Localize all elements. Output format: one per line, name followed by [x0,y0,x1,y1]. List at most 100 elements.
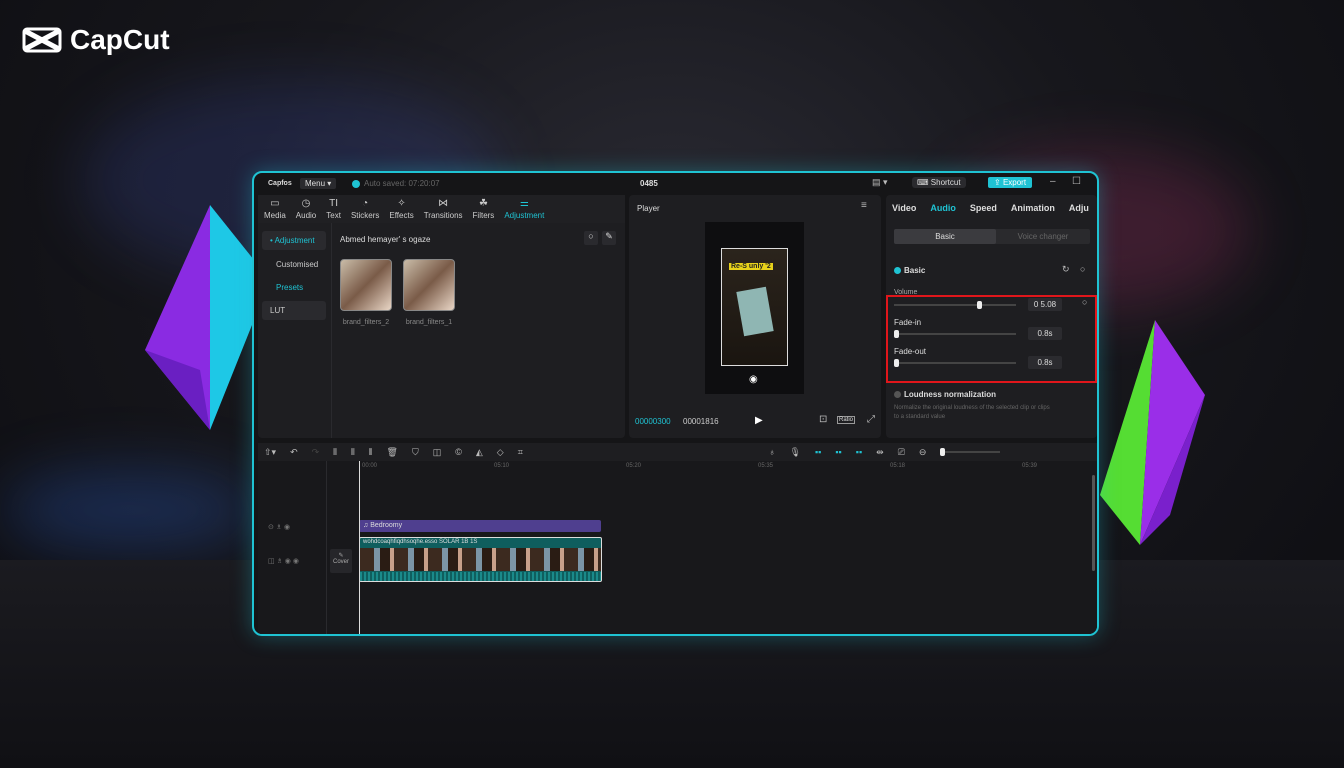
refresh-icon[interactable]: ○ [584,231,598,245]
split-right-icon[interactable]: ⫴ [369,447,373,458]
microphone-icon[interactable]: 🎙 [790,447,801,458]
cover-button[interactable]: ✎ Cover [330,549,352,573]
library-item-label: brand_filters_1 [405,319,453,326]
tab-speed[interactable]: Speed [970,203,997,213]
maximize-icon[interactable]: ☐ [1072,176,1081,187]
reset-icon[interactable]: ↻ [1062,264,1070,275]
normalization-toggle[interactable] [894,391,901,398]
export-button[interactable]: ⇪ Export [988,177,1033,188]
menu-icon[interactable]: ≡ [861,200,867,211]
basic-toggle[interactable] [894,267,901,274]
timeline-scrollbar[interactable] [1092,475,1095,571]
tab-audio[interactable]: ◷ Audio [296,198,316,220]
auto-snap-icon[interactable]: ▪▪ [835,447,841,457]
keyframe-icon[interactable]: ○ [1082,297,1087,307]
split-left-icon[interactable]: ⫴ [351,447,355,458]
selection-box[interactable]: Re-S unly '2 [721,248,788,366]
fade-out-slider[interactable] [894,359,1016,367]
tab-adjust[interactable]: Adju [1069,203,1089,213]
app-name: Capfos [268,180,292,187]
keyframe-icon[interactable]: ○ [1080,264,1085,274]
play-icon[interactable]: ▶ [755,415,763,426]
undo-icon[interactable]: ↶ [290,447,298,458]
tab-text[interactable]: TI Text [326,198,341,220]
tab-transitions[interactable]: ⋈ Transitions [424,198,463,220]
tab-adjustment[interactable]: ⚌ Adjustment [504,198,544,220]
rotate-tool-icon[interactable]: ◇ [497,447,504,458]
zoom-slider[interactable] [940,448,1001,456]
fade-in-handle[interactable] [894,330,899,338]
fade-in-slider[interactable] [894,330,1016,338]
layout-icon[interactable]: ▤ ▾ [872,177,888,188]
shortcut-button[interactable]: ⌨ Shortcut [912,177,966,188]
volume-handle[interactable] [976,301,982,309]
freeze-icon[interactable]: ◫ [433,447,442,458]
fade-out-input[interactable]: 0.8s [1028,356,1062,369]
expand-icon[interactable]: ⤢ [867,414,875,425]
preview-axis-icon[interactable]: ⇹ [876,447,884,458]
tab-media[interactable]: ▭ Media [264,198,286,220]
library-item[interactable]: brand_filters_1 [403,259,455,329]
cover-label: Cover [332,559,349,565]
mirror-icon[interactable]: ◭ [476,447,483,458]
video-track-controls[interactable]: ◫ ♗ ◉ ◉ [268,557,299,565]
tab-label: Audio [295,211,317,220]
marker-icon[interactable]: ⛉ [412,447,419,458]
menu-button[interactable]: Menu ▾ [300,178,337,189]
tab-animation[interactable]: Animation [1011,203,1055,213]
video-clip[interactable]: wohdcoaqhfiqdhsoqhe.esso SOLAR 1B 1S [359,537,602,582]
sidebar-item-lut[interactable]: LUT [262,301,326,320]
volume-input[interactable]: 0 5.08 [1028,298,1062,311]
fade-in-input[interactable]: 0.8s [1028,327,1062,340]
playhead[interactable] [359,461,360,634]
copyright-icon[interactable]: © [455,447,462,457]
menu-label: Menu [305,179,326,188]
linkage-icon[interactable]: ▪▪ [856,447,862,457]
video-thumbnails [360,548,601,571]
redo-icon[interactable]: ↷ [312,447,320,458]
ruler-tick-label: 05:35 [758,463,774,469]
edit-icon[interactable]: ✎ [602,231,616,245]
capcut-logo: CapCut [22,24,170,56]
main-track-magnet-icon[interactable]: ▪▪ [815,447,821,457]
library-item[interactable]: brand_filters_2 [340,259,392,329]
normalization-label: Loudness normalization [904,390,997,399]
audio-track-controls[interactable]: ⊙ ♗ ◉ [268,523,290,531]
fade-out-handle[interactable] [894,359,899,367]
subtab-basic[interactable]: Basic [894,229,996,244]
ratio-button[interactable]: Ratio [837,416,856,424]
select-tool-icon[interactable]: ⇧▾ [264,447,276,458]
shortcut-label: Shortcut [930,178,961,187]
player-title: Player [637,204,660,213]
auto-cut-icon[interactable]: ♁ [769,447,776,457]
minimize-icon[interactable]: – [1050,176,1056,187]
crop-icon[interactable]: ⌗ [518,447,523,458]
player-panel: Player ≡ Re-S unly '2 ◉ 00000300 0000181… [629,195,881,438]
zoom-out-icon[interactable]: ⊖ [919,447,927,458]
video-preview[interactable]: Re-S unly '2 ◉ [705,222,804,394]
tab-label: Filters [472,211,495,220]
sidebar-item-customised[interactable]: Customised [268,255,326,274]
split-icon[interactable]: ⫴ [333,447,337,458]
audio-clip[interactable]: ♫ Bedroomy [359,520,601,532]
sidebar-item-adjustment[interactable]: • Adjustment [262,231,326,250]
sidebar-item-presets[interactable]: Presets [268,278,311,297]
rotate-icon[interactable]: ◉ [749,374,758,385]
tab-effects[interactable]: ✧ Effects [389,198,413,220]
tab-label: Transitions [423,211,463,220]
text-icon: TI [329,198,339,209]
delete-icon[interactable]: 🗑 [387,447,398,458]
tab-filters[interactable]: ☘ Filters [473,198,495,220]
tab-audio-inspector[interactable]: Audio [930,203,956,213]
subtab-voice-changer[interactable]: Voice changer [996,229,1090,244]
tab-stickers[interactable]: ◔ Stickers [351,198,379,220]
media-tabs: ▭ Media ◷ Audio TI Text ◔ Stickers ✧ Effects … [258,195,625,223]
tab-video[interactable]: Video [892,203,916,213]
zoom-handle[interactable] [940,448,946,456]
volume-slider[interactable] [894,301,1016,309]
filters-icon: ☘ [478,198,488,209]
caption-icon[interactable]: ⎚ [898,447,905,458]
ruler-tick-label: 05:10 [494,463,510,469]
fullscreen-fit-icon[interactable]: ⊡ [819,414,827,425]
filter-thumbnail [403,259,455,311]
